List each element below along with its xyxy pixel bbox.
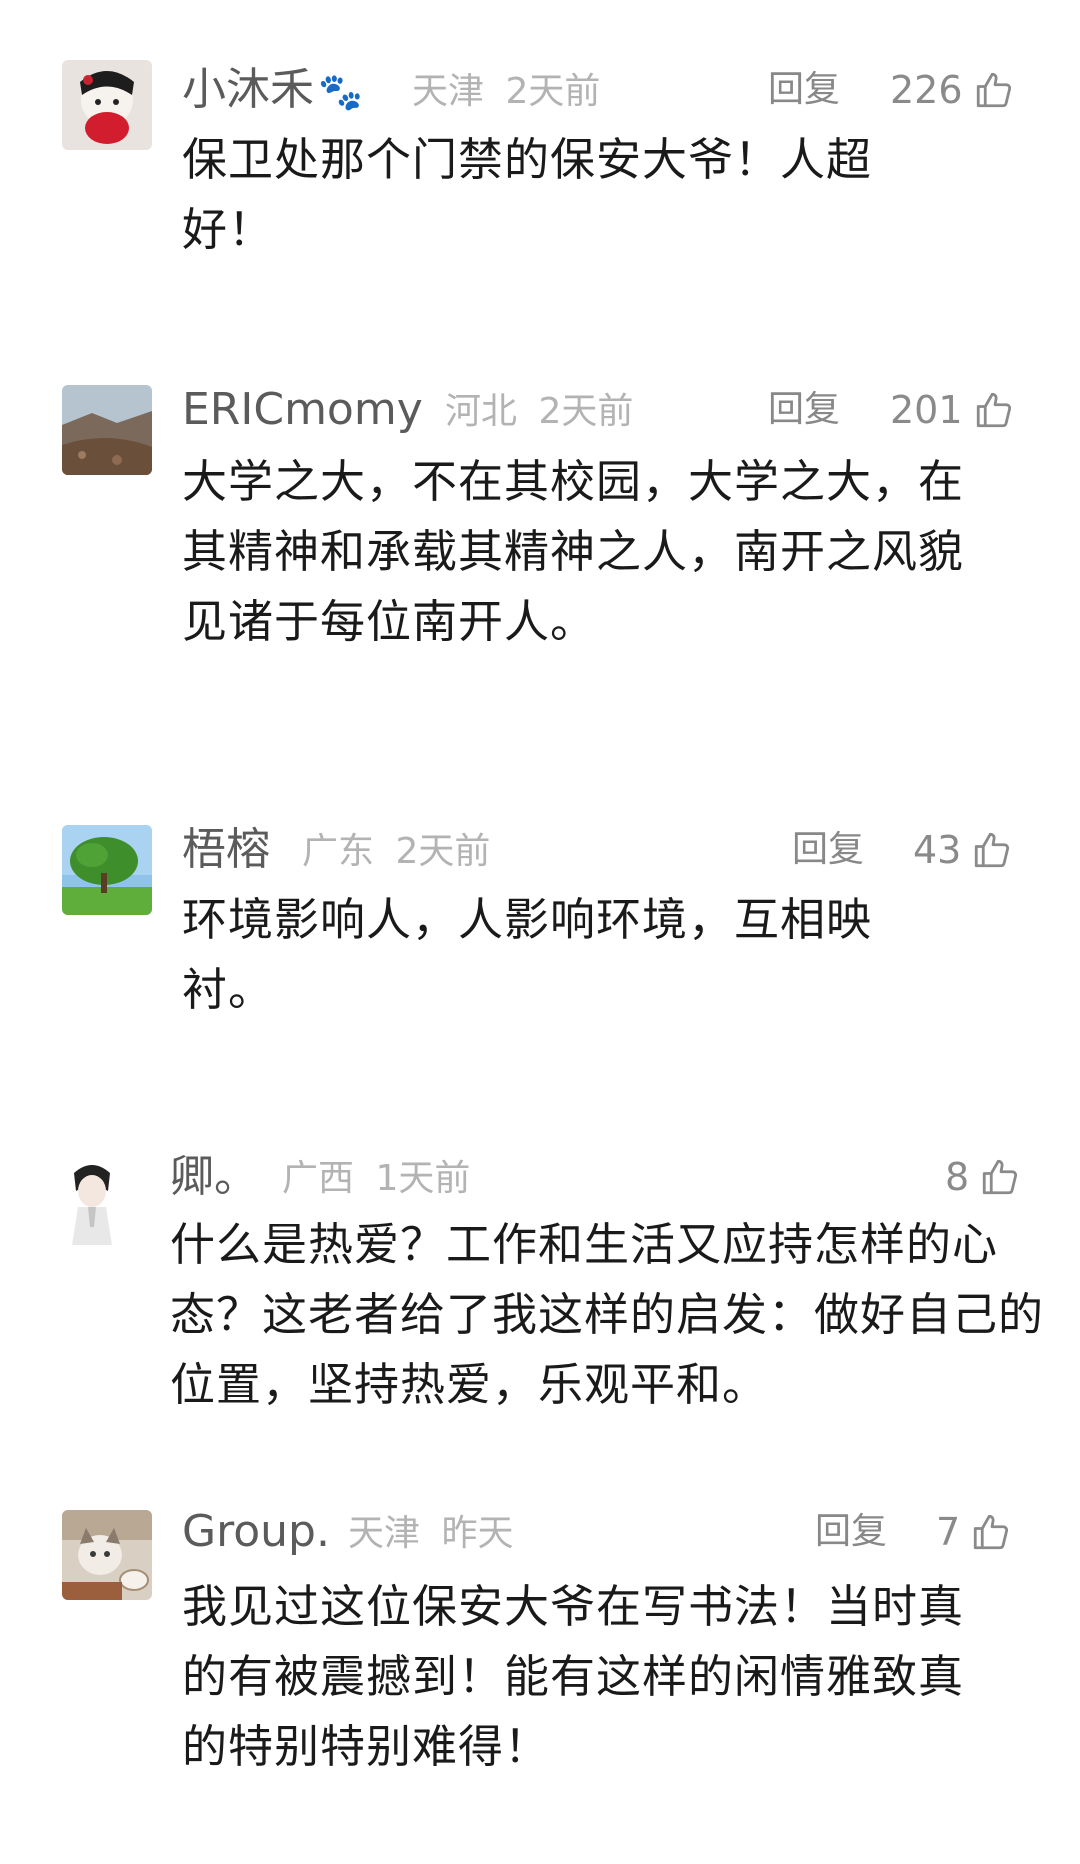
like-button[interactable]: 201 — [890, 380, 1015, 440]
comment-meta: 广西 1天前 — [282, 1149, 470, 1209]
username[interactable]: ERICmomy — [182, 380, 423, 440]
reply-button[interactable]: 回复 — [815, 1502, 887, 1562]
like-count: 7 — [936, 1510, 961, 1554]
username-text: 小沐禾 — [182, 64, 314, 115]
like-button[interactable]: 8 — [945, 1147, 1021, 1207]
time: 昨天 — [441, 1513, 514, 1554]
like-button[interactable]: 43 — [913, 820, 1013, 880]
thumbs-up-icon — [973, 69, 1015, 111]
comment-text: 环境影响人，人影响环境，互相映衬。 — [182, 893, 873, 1016]
comment-text: 大学之大，不在其校园，大学之大，在其精神和承载其精神之人，南开之风貌见诸于每位南… — [182, 455, 965, 648]
like-count: 43 — [913, 828, 962, 872]
like-count: 226 — [890, 68, 963, 112]
username[interactable]: 卿。 — [170, 1147, 258, 1207]
region: 广东 — [302, 831, 375, 872]
time: 2天前 — [395, 831, 491, 872]
like-button[interactable]: 226 — [890, 60, 1015, 120]
comment-item: 小沐禾 🐾 天津 2天前 回复 226 保卫处那个门禁的保安大爷！人超好！ — [0, 60, 1080, 300]
username[interactable]: 小沐禾 🐾 — [182, 60, 363, 123]
like-button[interactable]: 7 — [936, 1502, 1012, 1562]
comment-meta: 天津 昨天 — [348, 1504, 513, 1564]
comment-meta: 天津 2天前 — [412, 62, 600, 122]
reply-button[interactable]: 回复 — [768, 60, 840, 120]
region: 天津 — [412, 71, 485, 112]
paw-emoji-icon: 🐾 — [318, 72, 363, 113]
thumbs-up-icon — [973, 389, 1015, 431]
comment-item: Group. 天津 昨天 回复 7 我见过这位保安大爷在写书法！当时真的有被震撼… — [0, 1506, 1080, 1830]
comment-text: 保卫处那个门禁的保安大爷！人超好！ — [182, 133, 873, 256]
region: 河北 — [445, 391, 518, 432]
reply-button[interactable]: 回复 — [768, 380, 840, 440]
comment-item: ERICmomy 河北 2天前 回复 201 大学之大，不在其校园，大学之大，在… — [0, 382, 1080, 695]
thumbs-up-icon — [979, 1156, 1021, 1198]
username[interactable]: 梧榕 — [182, 820, 270, 880]
region: 广西 — [282, 1158, 355, 1199]
reply-button[interactable]: 回复 — [792, 820, 864, 880]
comment-item: 梧榕 广东 2天前 回复 43 环境影响人，人影响环境，互相映衬。 — [0, 822, 1080, 1055]
comment-meta: 河北 2天前 — [445, 382, 633, 442]
comment-text: 什么是热爱？工作和生活又应持怎样的心态？这老者给了我这样的启发：做好自己的位置，… — [170, 1218, 1045, 1411]
comment-text: 我见过这位保安大爷在写书法！当时真的有被震撼到！能有这样的闲情雅致真的特别特别难… — [182, 1580, 965, 1773]
time: 2天前 — [505, 71, 601, 112]
time: 1天前 — [375, 1158, 471, 1199]
like-count: 8 — [945, 1155, 970, 1199]
like-count: 201 — [890, 388, 963, 432]
region: 天津 — [348, 1513, 421, 1554]
comment-item: 卿。 广西 1天前 8 什么是热爱？工作和生活又应持怎样的心态？这老者给了我这样… — [0, 1151, 1080, 1445]
username[interactable]: Group. — [182, 1502, 330, 1562]
thumbs-up-icon — [971, 829, 1013, 871]
thumbs-up-icon — [970, 1511, 1012, 1553]
comment-meta: 广东 2天前 — [302, 822, 490, 882]
time: 2天前 — [538, 391, 634, 432]
